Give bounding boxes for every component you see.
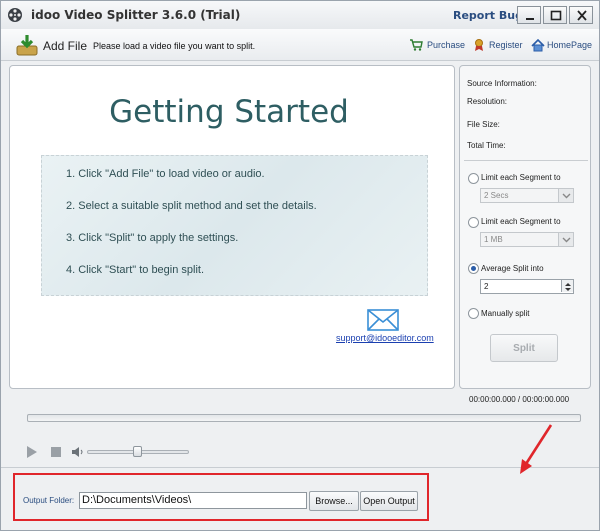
radio-label: Manually split — [481, 309, 530, 318]
average-split-stepper[interactable]: 2 — [480, 279, 574, 294]
segment-time-select[interactable]: 2 Secs — [480, 188, 574, 203]
toolbar: Add File Please load a video file you wa… — [1, 29, 599, 61]
stepper-down-icon[interactable] — [561, 286, 573, 292]
minimize-button[interactable] — [517, 6, 541, 24]
volume-icon[interactable] — [71, 446, 84, 458]
film-reel-icon — [8, 8, 22, 22]
seek-bar[interactable] — [27, 414, 581, 422]
close-button[interactable] — [569, 6, 593, 24]
maximize-button[interactable] — [543, 6, 567, 24]
homepage-link[interactable]: HomePage — [547, 40, 592, 50]
play-icon[interactable] — [26, 445, 38, 459]
select-value: 2 Secs — [484, 191, 509, 200]
chevron-down-icon — [558, 189, 573, 202]
register-link[interactable]: Register — [489, 40, 523, 50]
radio-label: Average Split into — [481, 264, 544, 273]
getting-started-title: Getting Started — [109, 94, 349, 130]
radio-limit-size[interactable] — [468, 217, 479, 228]
support-email-link[interactable]: support@idooeditor.com — [336, 333, 434, 343]
step-item: 4. Click "Start" to begin split. — [66, 264, 205, 276]
step-item: 1. Click "Add File" to load video or aud… — [66, 168, 265, 180]
divider — [1, 467, 599, 468]
purchase-link[interactable]: Purchase — [427, 40, 465, 50]
stepper-value: 2 — [484, 282, 489, 291]
file-size-label: File Size: — [467, 120, 500, 129]
step-item: 3. Click "Split" to apply the settings. — [66, 232, 239, 244]
resolution-label: Resolution: — [467, 97, 508, 106]
output-folder-field[interactable]: D:\Documents\Videos\ — [79, 492, 307, 509]
radio-limit-time[interactable] — [468, 173, 479, 184]
output-folder-label: Output Folder: — [23, 496, 75, 505]
open-output-button[interactable]: Open Output — [360, 491, 418, 511]
window-title: idoo Video Splitter 3.6.0 (Trial) — [31, 8, 241, 22]
step-item: 2. Select a suitable split method and se… — [66, 200, 317, 212]
maximize-icon — [550, 10, 562, 21]
minimize-icon — [526, 18, 534, 20]
annotation-arrow-icon — [520, 424, 553, 474]
select-value: 1 MB — [484, 235, 503, 244]
chevron-down-icon — [558, 233, 573, 246]
radio-label: Limit each Segment to — [481, 173, 561, 182]
home-icon — [531, 39, 545, 52]
status-hint: Please load a video file you want to spl… — [93, 41, 256, 51]
source-info-label: Source Information: — [467, 79, 537, 88]
radio-label: Limit each Segment to — [481, 217, 561, 226]
mail-icon[interactable] — [367, 309, 399, 331]
split-button[interactable]: Split — [490, 334, 558, 362]
stop-icon[interactable] — [51, 447, 61, 457]
volume-slider-handle[interactable] — [133, 446, 142, 457]
playback-time: 00:00:00.000 / 00:00:00.000 — [469, 395, 570, 404]
steps-panel: 1. Click "Add File" to load video or aud… — [41, 155, 428, 296]
add-file-button[interactable]: Add File — [43, 39, 87, 53]
register-icon — [475, 39, 483, 51]
cart-icon — [410, 39, 423, 51]
divider — [464, 160, 588, 161]
radio-manual-split[interactable] — [468, 308, 479, 319]
close-icon — [577, 10, 587, 21]
browse-button[interactable]: Browse... — [309, 491, 359, 511]
add-file-icon[interactable] — [15, 33, 39, 57]
total-time-label: Total Time: — [467, 141, 506, 150]
split-options-panel: Source Information: Resolution: File Siz… — [459, 65, 591, 389]
app-window: idoo Video Splitter 3.6.0 (Trial) Report… — [0, 0, 600, 531]
preview-pane: Getting Started 1. Click "Add File" to l… — [9, 65, 455, 389]
radio-average-split[interactable] — [468, 263, 479, 274]
segment-size-select[interactable]: 1 MB — [480, 232, 574, 247]
title-bar: idoo Video Splitter 3.6.0 (Trial) Report… — [1, 1, 599, 29]
